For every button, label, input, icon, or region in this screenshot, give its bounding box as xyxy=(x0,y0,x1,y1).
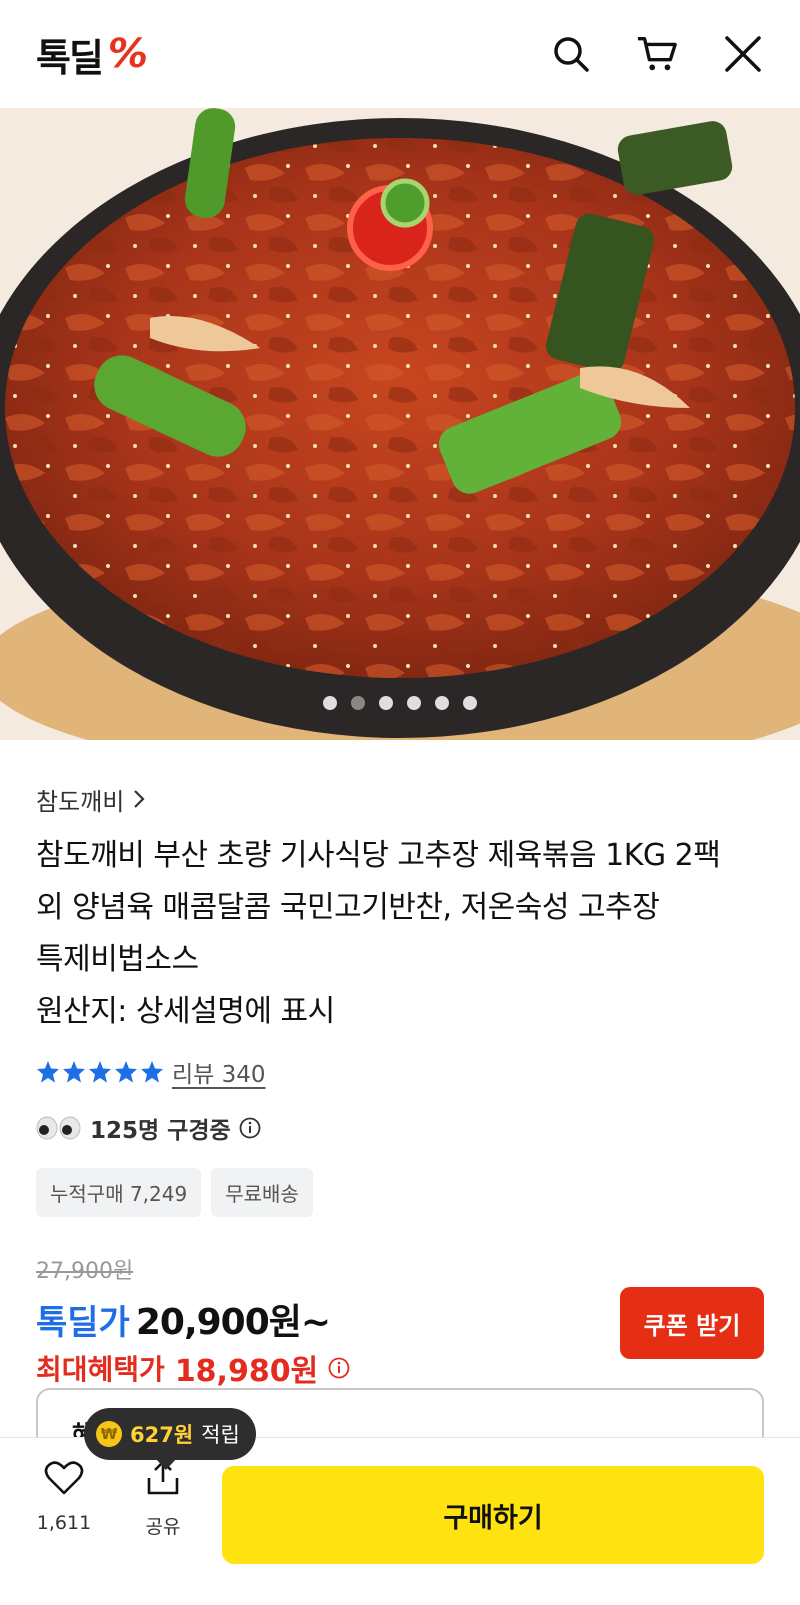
header-actions xyxy=(550,33,764,75)
max-benefit-label: 최대혜택가 xyxy=(36,1353,165,1386)
share-button[interactable]: 공유 xyxy=(123,1460,203,1539)
tag-cumulative-purchase: 누적구매 7,249 xyxy=(36,1168,202,1217)
rating-stars xyxy=(36,1060,164,1084)
heart-icon xyxy=(44,1461,84,1495)
carousel-dots xyxy=(0,696,800,710)
carousel-dot[interactable] xyxy=(435,696,449,710)
points-amount: 627원 xyxy=(130,1423,194,1447)
product-photo xyxy=(0,108,800,740)
carousel-dot[interactable] xyxy=(323,696,337,710)
cart-icon[interactable] xyxy=(636,33,678,75)
deal-price-value: 20,900원~ xyxy=(135,1302,331,1343)
get-coupon-button[interactable]: 쿠폰 받기 xyxy=(620,1287,764,1359)
carousel-dot[interactable] xyxy=(379,696,393,710)
points-suffix: 적립 xyxy=(201,1423,240,1447)
info-icon[interactable] xyxy=(239,1117,261,1139)
title-line: 원산지: 상세설명에 표시 xyxy=(36,994,335,1029)
deal-price-label: 톡딜가 xyxy=(36,1303,130,1343)
carousel-dot-active[interactable] xyxy=(351,696,365,710)
close-icon[interactable] xyxy=(722,33,764,75)
tag-free-shipping: 무료배송 xyxy=(211,1168,313,1217)
star-icon xyxy=(63,1061,85,1083)
bottom-action-bar: 1,611 공유 구매하기 xyxy=(0,1437,800,1605)
like-button[interactable]: 1,611 xyxy=(24,1460,104,1534)
star-icon xyxy=(89,1061,111,1083)
star-icon xyxy=(141,1061,163,1083)
carousel-dot[interactable] xyxy=(407,696,421,710)
carousel-dot[interactable] xyxy=(463,696,477,710)
share-label: 공유 xyxy=(145,1516,181,1538)
logo-percent-mark: % xyxy=(107,31,148,77)
product-tags: 누적구매 7,249 무료배송 xyxy=(36,1168,764,1217)
watching-count: 125명 구경중 xyxy=(36,1104,764,1152)
like-count: 1,611 xyxy=(36,1512,92,1534)
rating-row[interactable]: 리뷰 340 xyxy=(36,1052,764,1092)
review-count-link[interactable]: 리뷰 340 xyxy=(172,1055,266,1089)
title-line: 특제비법소스 xyxy=(36,942,199,977)
point-coin-icon: ₩ xyxy=(96,1421,122,1447)
buy-button[interactable]: 구매하기 xyxy=(222,1466,764,1564)
search-icon[interactable] xyxy=(550,33,592,75)
title-line: 외 양념육 매콤달콤 국민고기반찬, 저온숙성 고추장 xyxy=(36,890,660,925)
star-icon xyxy=(115,1061,137,1083)
talkdeal-logo[interactable]: 톡딜 % xyxy=(36,27,148,82)
points-tooltip: ₩ 627원 적립 xyxy=(84,1408,256,1470)
seller-link[interactable]: 참도깨비 xyxy=(36,782,764,816)
eyes-icon xyxy=(36,1116,81,1140)
star-icon xyxy=(37,1061,59,1083)
product-image-carousel[interactable] xyxy=(0,108,800,740)
title-line: 참도깨비 부산 초량 기사식당 고추장 제육볶음 1KG 2팩 xyxy=(36,838,721,873)
max-benefit-value: 18,980원 xyxy=(174,1354,319,1389)
chevron-right-icon xyxy=(134,790,145,808)
info-icon[interactable] xyxy=(328,1357,350,1379)
seller-name: 참도깨비 xyxy=(36,787,125,816)
original-price: 27,900원 xyxy=(36,1259,134,1284)
product-title: 참도깨비 부산 초량 기사식당 고추장 제육볶음 1KG 2팩 외 양념육 매콤… xyxy=(36,830,764,1038)
top-header: 톡딜 % xyxy=(0,0,800,108)
watching-text: 125명 구경중 xyxy=(90,1118,231,1144)
logo-text: 톡딜 xyxy=(36,35,104,80)
